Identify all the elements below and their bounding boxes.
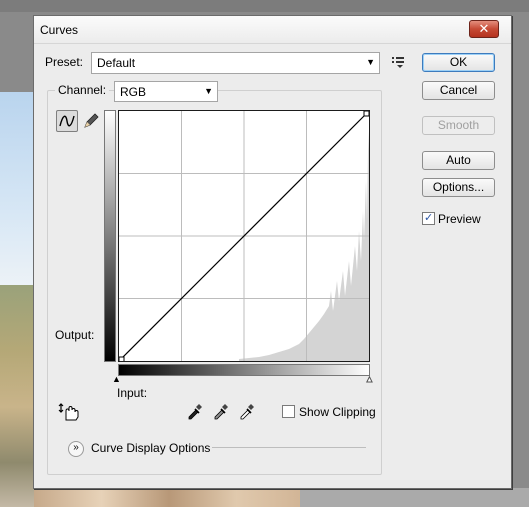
preview-checkbox[interactable] [422,211,435,225]
background-photo-ground [34,488,304,507]
preset-menu-icon[interactable] [391,55,405,69]
output-label: Output: [55,328,95,342]
show-clipping-checkbox[interactable] [282,405,295,418]
chevron-down-icon: ▼ [204,86,213,96]
histogram [239,131,369,361]
curve-icon [59,115,75,127]
curve-display-options-label[interactable]: Curve Display Options [91,441,210,455]
title-bar[interactable]: Curves ✕ [34,16,511,44]
channel-dropdown[interactable]: RGB ▼ [114,81,218,102]
eyedropper-black-icon[interactable] [186,402,204,420]
eyedropper-white-icon[interactable] [238,402,256,420]
chevron-down-icon: ▼ [366,57,375,67]
hand-target-icon[interactable] [58,402,80,422]
options-button[interactable]: Options... [422,178,495,197]
expand-chevron-icon[interactable]: » [68,441,84,457]
input-label: Input: [117,386,148,400]
close-button[interactable]: ✕ [469,20,499,38]
background-desktop [0,0,529,12]
channel-label: Channel: [55,83,110,99]
smooth-button[interactable]: Smooth [422,116,495,135]
auto-button[interactable]: Auto [422,151,495,170]
curve-graph[interactable] [118,110,370,363]
pencil-icon[interactable] [82,112,100,130]
curves-dialog: Curves ✕ Preset: Default ▼ Channel: RGB … [33,15,512,489]
curve-tool-button[interactable] [56,110,78,132]
show-clipping-label: Show Clipping [299,405,376,419]
channel-value: RGB [120,85,147,99]
dialog-title: Curves [40,23,79,37]
output-gradient-bar [104,110,116,362]
preview-label: Preview [438,212,481,226]
background-desktop-bottom [300,488,529,507]
black-input-slider[interactable]: ▲ [112,374,121,384]
cancel-button[interactable]: Cancel [422,81,495,100]
input-gradient-bar [118,364,370,376]
preset-dropdown[interactable]: Default ▼ [91,52,380,74]
divider [212,447,366,448]
preset-label: Preset: [45,55,84,69]
eyedropper-gray-icon[interactable] [212,402,230,420]
white-input-slider[interactable]: ▲ [365,374,375,385]
curve-point-black[interactable] [118,356,125,363]
curve-point-white[interactable] [363,110,370,117]
preset-value: Default [97,56,136,70]
curve-graph-canvas [118,110,370,363]
ok-button[interactable]: OK [422,53,495,72]
